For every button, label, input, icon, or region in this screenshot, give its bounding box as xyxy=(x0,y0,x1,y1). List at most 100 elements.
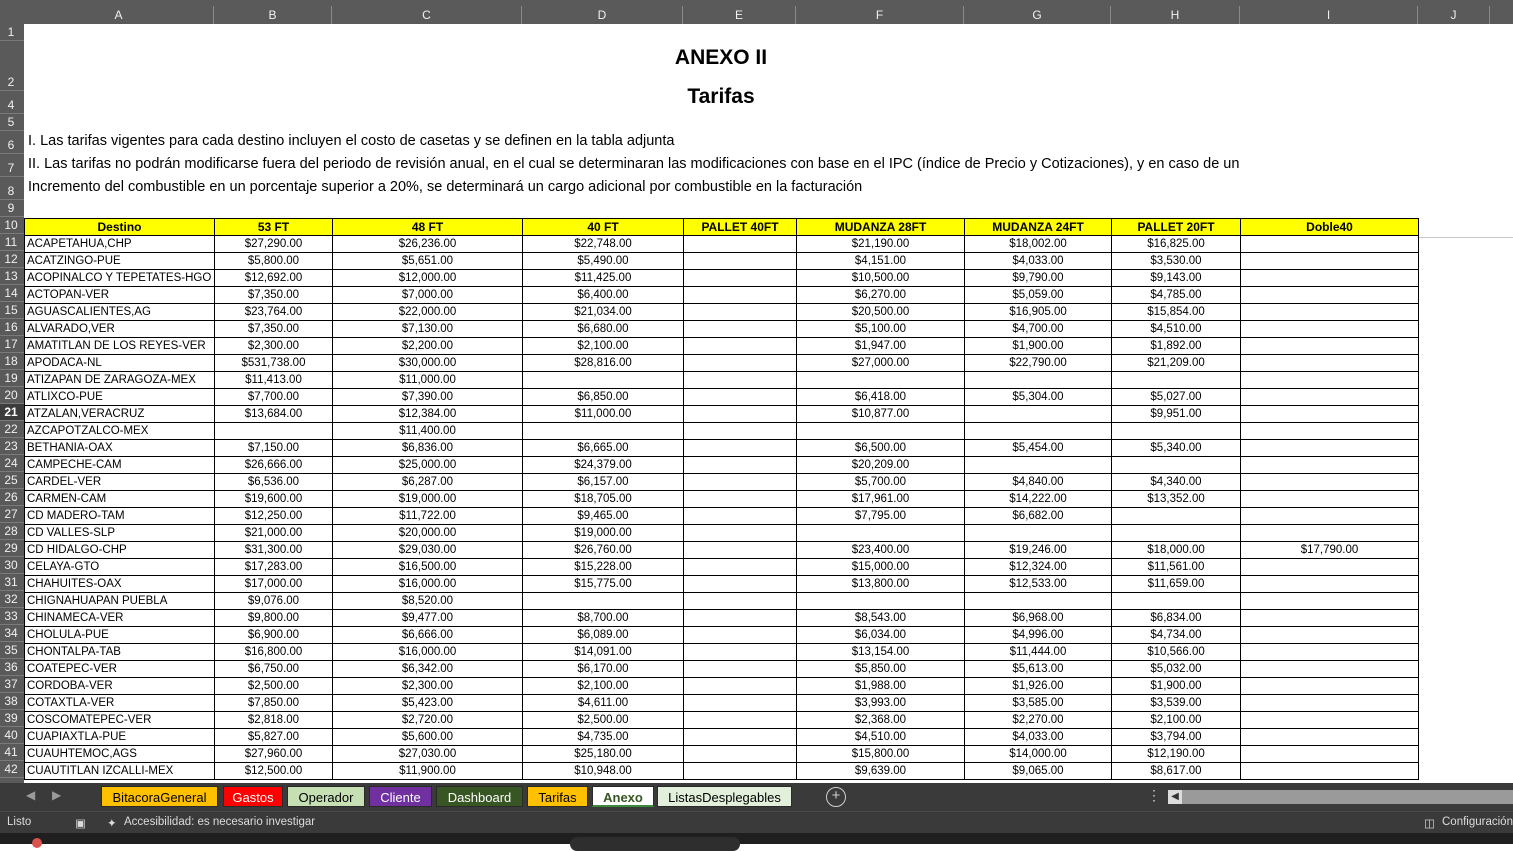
row-header[interactable]: 17 xyxy=(0,336,24,353)
tarifa-cell[interactable]: $6,682.00 xyxy=(964,507,1112,525)
tarifa-cell[interactable]: $6,270.00 xyxy=(796,286,965,304)
scroll-left-icon[interactable]: ◀ xyxy=(1168,790,1182,804)
tarifa-cell[interactable]: $3,530.00 xyxy=(1111,252,1241,270)
tarifa-cell[interactable] xyxy=(1240,456,1419,474)
tarifa-cell[interactable] xyxy=(1111,456,1241,474)
tarifa-cell[interactable] xyxy=(1240,269,1419,287)
row-header[interactable]: 12 xyxy=(0,251,24,268)
row-header[interactable]: 1 xyxy=(0,24,24,41)
row-header[interactable]: 25 xyxy=(0,472,24,489)
row-header[interactable]: 13 xyxy=(0,268,24,285)
tarifa-cell[interactable]: $18,002.00 xyxy=(964,235,1112,253)
row-header[interactable]: 5 xyxy=(0,114,24,131)
tarifa-cell[interactable]: $5,850.00 xyxy=(796,660,965,678)
destino-cell[interactable]: ATZALAN,VERACRUZ xyxy=(24,405,215,423)
tarifa-cell[interactable]: $7,700.00 xyxy=(214,388,333,406)
column-title[interactable]: MUDANZA 24FT xyxy=(964,218,1112,236)
tarifa-cell[interactable]: $16,000.00 xyxy=(332,575,523,593)
tarifa-cell[interactable]: $6,170.00 xyxy=(522,660,684,678)
tarifa-cell[interactable] xyxy=(1111,371,1241,389)
column-title[interactable]: MUDANZA 28FT xyxy=(796,218,965,236)
tarifa-cell[interactable]: $4,033.00 xyxy=(964,728,1112,746)
row-header[interactable]: 19 xyxy=(0,370,24,387)
tarifa-cell[interactable]: $2,500.00 xyxy=(214,677,333,695)
tarifa-cell[interactable] xyxy=(1240,286,1419,304)
row-header[interactable]: 27 xyxy=(0,506,24,523)
tarifa-cell[interactable]: $25,180.00 xyxy=(522,745,684,763)
sheet-tab[interactable]: ListasDesplegables xyxy=(657,786,792,807)
tarifa-cell[interactable]: $6,680.00 xyxy=(522,320,684,338)
tarifa-cell[interactable]: $5,651.00 xyxy=(332,252,523,270)
tarifa-cell[interactable]: $5,423.00 xyxy=(332,694,523,712)
column-title[interactable]: 40 FT xyxy=(522,218,684,236)
sheet-tab[interactable]: Anexo xyxy=(592,786,654,807)
tarifa-cell[interactable]: $6,418.00 xyxy=(796,388,965,406)
tarifa-cell[interactable]: $12,692.00 xyxy=(214,269,333,287)
tarifa-cell[interactable]: $7,000.00 xyxy=(332,286,523,304)
tarifa-cell[interactable] xyxy=(214,422,333,440)
tarifa-cell[interactable]: $19,600.00 xyxy=(214,490,333,508)
destino-cell[interactable]: CHONTALPA-TAB xyxy=(24,643,215,661)
tarifa-cell[interactable]: $10,500.00 xyxy=(796,269,965,287)
row-header[interactable]: 35 xyxy=(0,642,24,659)
tarifa-cell[interactable]: $29,030.00 xyxy=(332,541,523,559)
tarifa-cell[interactable]: $7,390.00 xyxy=(332,388,523,406)
tarifa-cell[interactable]: $12,190.00 xyxy=(1111,745,1241,763)
row-header[interactable]: 34 xyxy=(0,625,24,642)
tarifa-cell[interactable]: $5,490.00 xyxy=(522,252,684,270)
tarifa-cell[interactable]: $4,510.00 xyxy=(1111,320,1241,338)
macro-record-icon[interactable]: ▣ xyxy=(75,816,86,830)
column-header[interactable]: H xyxy=(1111,6,1240,24)
destino-cell[interactable]: CUAUHTEMOC,AGS xyxy=(24,745,215,763)
tarifa-cell[interactable] xyxy=(522,371,684,389)
column-header[interactable]: E xyxy=(683,6,796,24)
tarifa-cell[interactable] xyxy=(683,745,797,763)
tarifa-cell[interactable]: $20,209.00 xyxy=(796,456,965,474)
tarifa-cell[interactable] xyxy=(683,626,797,644)
tarifa-cell[interactable]: $6,900.00 xyxy=(214,626,333,644)
destino-cell[interactable]: CORDOBA-VER xyxy=(24,677,215,695)
tarifa-cell[interactable]: $10,566.00 xyxy=(1111,643,1241,661)
tarifa-cell[interactable]: $21,034.00 xyxy=(522,303,684,321)
tarifa-cell[interactable] xyxy=(683,252,797,270)
tarifa-cell[interactable]: $27,290.00 xyxy=(214,235,333,253)
destino-cell[interactable]: ACTOPAN-VER xyxy=(24,286,215,304)
tarifa-cell[interactable]: $7,350.00 xyxy=(214,320,333,338)
tarifa-cell[interactable] xyxy=(1240,490,1419,508)
tarifa-cell[interactable]: $11,722.00 xyxy=(332,507,523,525)
sheet-tab[interactable]: Operador xyxy=(287,786,365,807)
sheet-tab[interactable]: Tarifas xyxy=(527,786,588,807)
destino-cell[interactable]: ACAPETAHUA,CHP xyxy=(24,235,215,253)
tarifa-cell[interactable] xyxy=(1240,694,1419,712)
tarifa-cell[interactable] xyxy=(683,660,797,678)
row-header[interactable]: 16 xyxy=(0,319,24,336)
tarifa-cell[interactable]: $2,368.00 xyxy=(796,711,965,729)
tarifa-cell[interactable]: $3,585.00 xyxy=(964,694,1112,712)
tarifa-cell[interactable]: $5,613.00 xyxy=(964,660,1112,678)
tarifa-cell[interactable] xyxy=(683,609,797,627)
row-header[interactable]: 20 xyxy=(0,387,24,404)
tarifa-cell[interactable] xyxy=(683,694,797,712)
destino-cell[interactable]: ACOPINALCO Y TEPETATES-HGO xyxy=(24,269,215,287)
tarifa-cell[interactable]: $2,300.00 xyxy=(332,677,523,695)
tarifa-cell[interactable]: $17,283.00 xyxy=(214,558,333,576)
column-header[interactable]: B xyxy=(214,6,332,24)
row-header[interactable]: 4 xyxy=(0,91,24,114)
tarifa-cell[interactable]: $17,000.00 xyxy=(214,575,333,593)
column-title[interactable]: Doble40 xyxy=(1240,218,1419,236)
tarifa-cell[interactable]: $16,000.00 xyxy=(332,643,523,661)
destino-cell[interactable]: CD HIDALGO-CHP xyxy=(24,541,215,559)
tarifa-cell[interactable] xyxy=(522,422,684,440)
tarifa-cell[interactable] xyxy=(1240,439,1419,457)
tarifa-cell[interactable]: $11,400.00 xyxy=(332,422,523,440)
tarifa-cell[interactable] xyxy=(683,507,797,525)
tarifa-cell[interactable]: $9,477.00 xyxy=(332,609,523,627)
destino-cell[interactable]: COTAXTLA-VER xyxy=(24,694,215,712)
tarifa-cell[interactable]: $11,561.00 xyxy=(1111,558,1241,576)
tarifa-cell[interactable]: $2,200.00 xyxy=(332,337,523,355)
tarifa-cell[interactable]: $6,968.00 xyxy=(964,609,1112,627)
row-header[interactable]: 18 xyxy=(0,353,24,370)
tarifa-cell[interactable] xyxy=(683,762,797,780)
row-header[interactable]: 6 xyxy=(0,131,24,154)
tarifa-cell[interactable] xyxy=(796,592,965,610)
